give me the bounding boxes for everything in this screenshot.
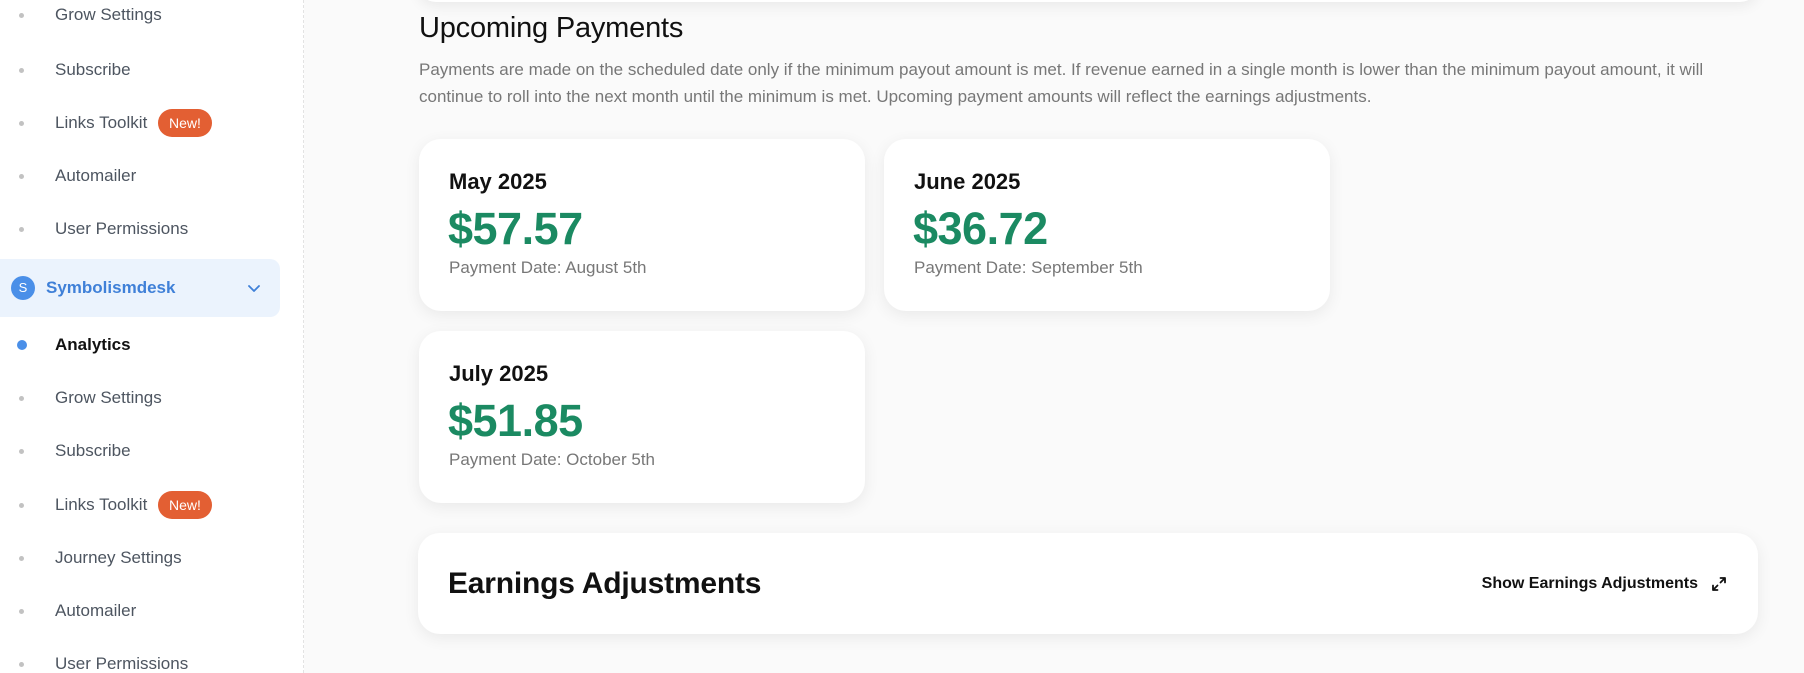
sidebar-item-user-permissions[interactable]: User Permissions	[0, 644, 280, 673]
payment-month: June 2025	[914, 169, 1021, 194]
sidebar-item-label: Grow Settings	[55, 5, 162, 24]
payment-card: May 2025 $57.57 Payment Date: August 5th	[419, 139, 865, 311]
previous-card-edge	[418, 0, 1758, 2]
sidebar-item-links-toolkit[interactable]: Links Toolkit New!	[0, 485, 280, 525]
section-description: Payments are made on the scheduled date …	[419, 60, 1704, 106]
bullet-dot	[19, 68, 24, 73]
sidebar-item-label: User Permissions	[55, 219, 189, 238]
bullet-dot	[19, 449, 24, 454]
earnings-adjustments-card: Earnings Adjustments Show Earnings Adjus…	[418, 533, 1758, 634]
payment-date: Payment Date: October 5th	[449, 450, 655, 469]
bullet-dot	[19, 227, 24, 232]
active-dot	[17, 340, 27, 350]
chevron-down-icon[interactable]	[245, 279, 263, 297]
sidebar-item-subscribe[interactable]: Subscribe	[0, 431, 280, 471]
sidebar-item-grow-settings[interactable]: Grow Settings	[0, 0, 280, 35]
sidebar-item-user-permissions[interactable]: User Permissions	[0, 209, 280, 249]
sidebar: Grow Settings Subscribe Links Toolkit Ne…	[0, 0, 304, 673]
site-name: Symbolismdesk	[46, 278, 176, 297]
bullet-dot	[19, 609, 24, 614]
sidebar-item-journey-settings[interactable]: Journey Settings	[0, 538, 280, 578]
payment-card: July 2025 $51.85 Payment Date: October 5…	[419, 331, 865, 503]
sidebar-item-label: Analytics	[55, 335, 131, 354]
sidebar-item-label: Journey Settings	[55, 548, 182, 567]
bullet-dot	[19, 396, 24, 401]
payment-date: Payment Date: August 5th	[449, 258, 647, 277]
bullet-dot	[19, 174, 24, 179]
avatar: S	[11, 276, 35, 300]
sidebar-item-label: Automailer	[55, 166, 137, 185]
main-content: Upcoming Payments Payments are made on t…	[305, 0, 1804, 673]
sidebar-item-automailer[interactable]: Automailer	[0, 156, 280, 196]
bullet-dot	[19, 121, 24, 126]
show-earnings-adjustments-label: Show Earnings Adjustments	[1481, 574, 1698, 592]
site-switcher[interactable]: S Symbolismdesk	[0, 259, 280, 317]
payment-month: May 2025	[449, 169, 547, 194]
payment-amount: $51.85	[448, 395, 583, 446]
bullet-dot	[19, 662, 24, 667]
show-earnings-adjustments-button[interactable]: Show Earnings Adjustments	[1482, 575, 1728, 593]
new-badge: New!	[158, 109, 212, 137]
sidebar-item-subscribe[interactable]: Subscribe	[0, 50, 280, 90]
sidebar-item-label: Links Toolkit	[55, 495, 148, 514]
sidebar-item-label: Subscribe	[55, 441, 131, 460]
sidebar-item-label: Links Toolkit	[55, 113, 148, 132]
sidebar-item-label: User Permissions	[55, 654, 189, 673]
sidebar-item-label: Grow Settings	[55, 388, 162, 407]
payment-card: June 2025 $36.72 Payment Date: September…	[884, 139, 1330, 311]
earnings-adjustments-title: Earnings Adjustments	[448, 566, 762, 600]
sidebar-item-analytics[interactable]: Analytics	[0, 325, 280, 365]
sidebar-item-grow-settings[interactable]: Grow Settings	[0, 378, 280, 418]
payment-amount: $57.57	[448, 203, 583, 254]
sidebar-item-links-toolkit[interactable]: Links Toolkit New!	[0, 103, 280, 143]
bullet-dot	[19, 13, 24, 18]
payment-amount: $36.72	[913, 203, 1048, 254]
new-badge: New!	[158, 491, 212, 519]
payment-date: Payment Date: September 5th	[914, 258, 1143, 277]
bullet-dot	[19, 503, 24, 508]
expand-icon	[1712, 576, 1726, 591]
sidebar-item-automailer[interactable]: Automailer	[0, 591, 280, 631]
page-title: Upcoming Payments	[419, 12, 684, 44]
sidebar-item-label: Automailer	[55, 601, 137, 620]
sidebar-item-label: Subscribe	[55, 60, 131, 79]
bullet-dot	[19, 556, 24, 561]
payment-month: July 2025	[449, 361, 549, 386]
